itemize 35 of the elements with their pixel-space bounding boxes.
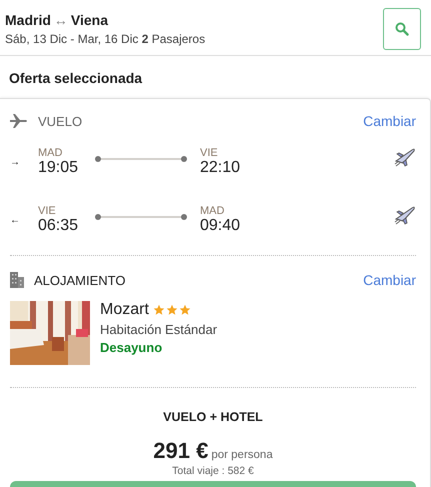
airplane-icon xyxy=(10,114,28,128)
departure-time: 06:35 xyxy=(38,217,80,235)
star-icon xyxy=(166,304,178,316)
direction-arrow: → xyxy=(10,156,21,168)
room-type: Habitación Estándar xyxy=(100,322,218,337)
flight-section-title: VUELO xyxy=(38,114,82,128)
price-unit: por persona xyxy=(211,449,273,461)
airport-code: VIE xyxy=(200,147,219,159)
trip-total: Total viaje : 582 € xyxy=(172,465,254,477)
search-icon xyxy=(395,22,409,36)
building-icon xyxy=(10,272,24,288)
airport-code: MAD xyxy=(38,147,64,159)
search-button[interactable] xyxy=(383,8,421,50)
origin-city: Madrid xyxy=(5,12,51,28)
route-arrow: ↔ xyxy=(54,12,68,28)
hotel-name: Mozart xyxy=(100,301,149,319)
airplane-icon xyxy=(394,205,416,225)
change-link[interactable]: Cambiar xyxy=(363,113,416,129)
board-type: Desayuno xyxy=(100,340,164,355)
departure-time: 19:05 xyxy=(38,159,80,177)
section-title: Oferta seleccionada xyxy=(8,69,144,88)
arrival-time: 22:10 xyxy=(200,159,242,177)
change-link[interactable]: Cambiar xyxy=(363,272,416,288)
direction-arrow: ← xyxy=(10,214,21,226)
airport-code: MAD xyxy=(200,205,226,217)
destination-city: Viena xyxy=(70,12,108,28)
package-title: VUELO + HOTEL xyxy=(163,410,263,424)
airport-code: VIE xyxy=(38,205,57,217)
accommodation-section-title: ALOJAMIENTO xyxy=(34,272,126,288)
star-icon xyxy=(178,304,191,316)
airplane-icon xyxy=(394,147,416,167)
star-icon xyxy=(152,304,165,316)
trip-details: Sáb, 13 Dic - Mar, 16 Dic 2 Pasajeros xyxy=(5,32,206,46)
price-amount: 291 € xyxy=(153,438,208,464)
arrival-time: 09:40 xyxy=(200,217,242,235)
